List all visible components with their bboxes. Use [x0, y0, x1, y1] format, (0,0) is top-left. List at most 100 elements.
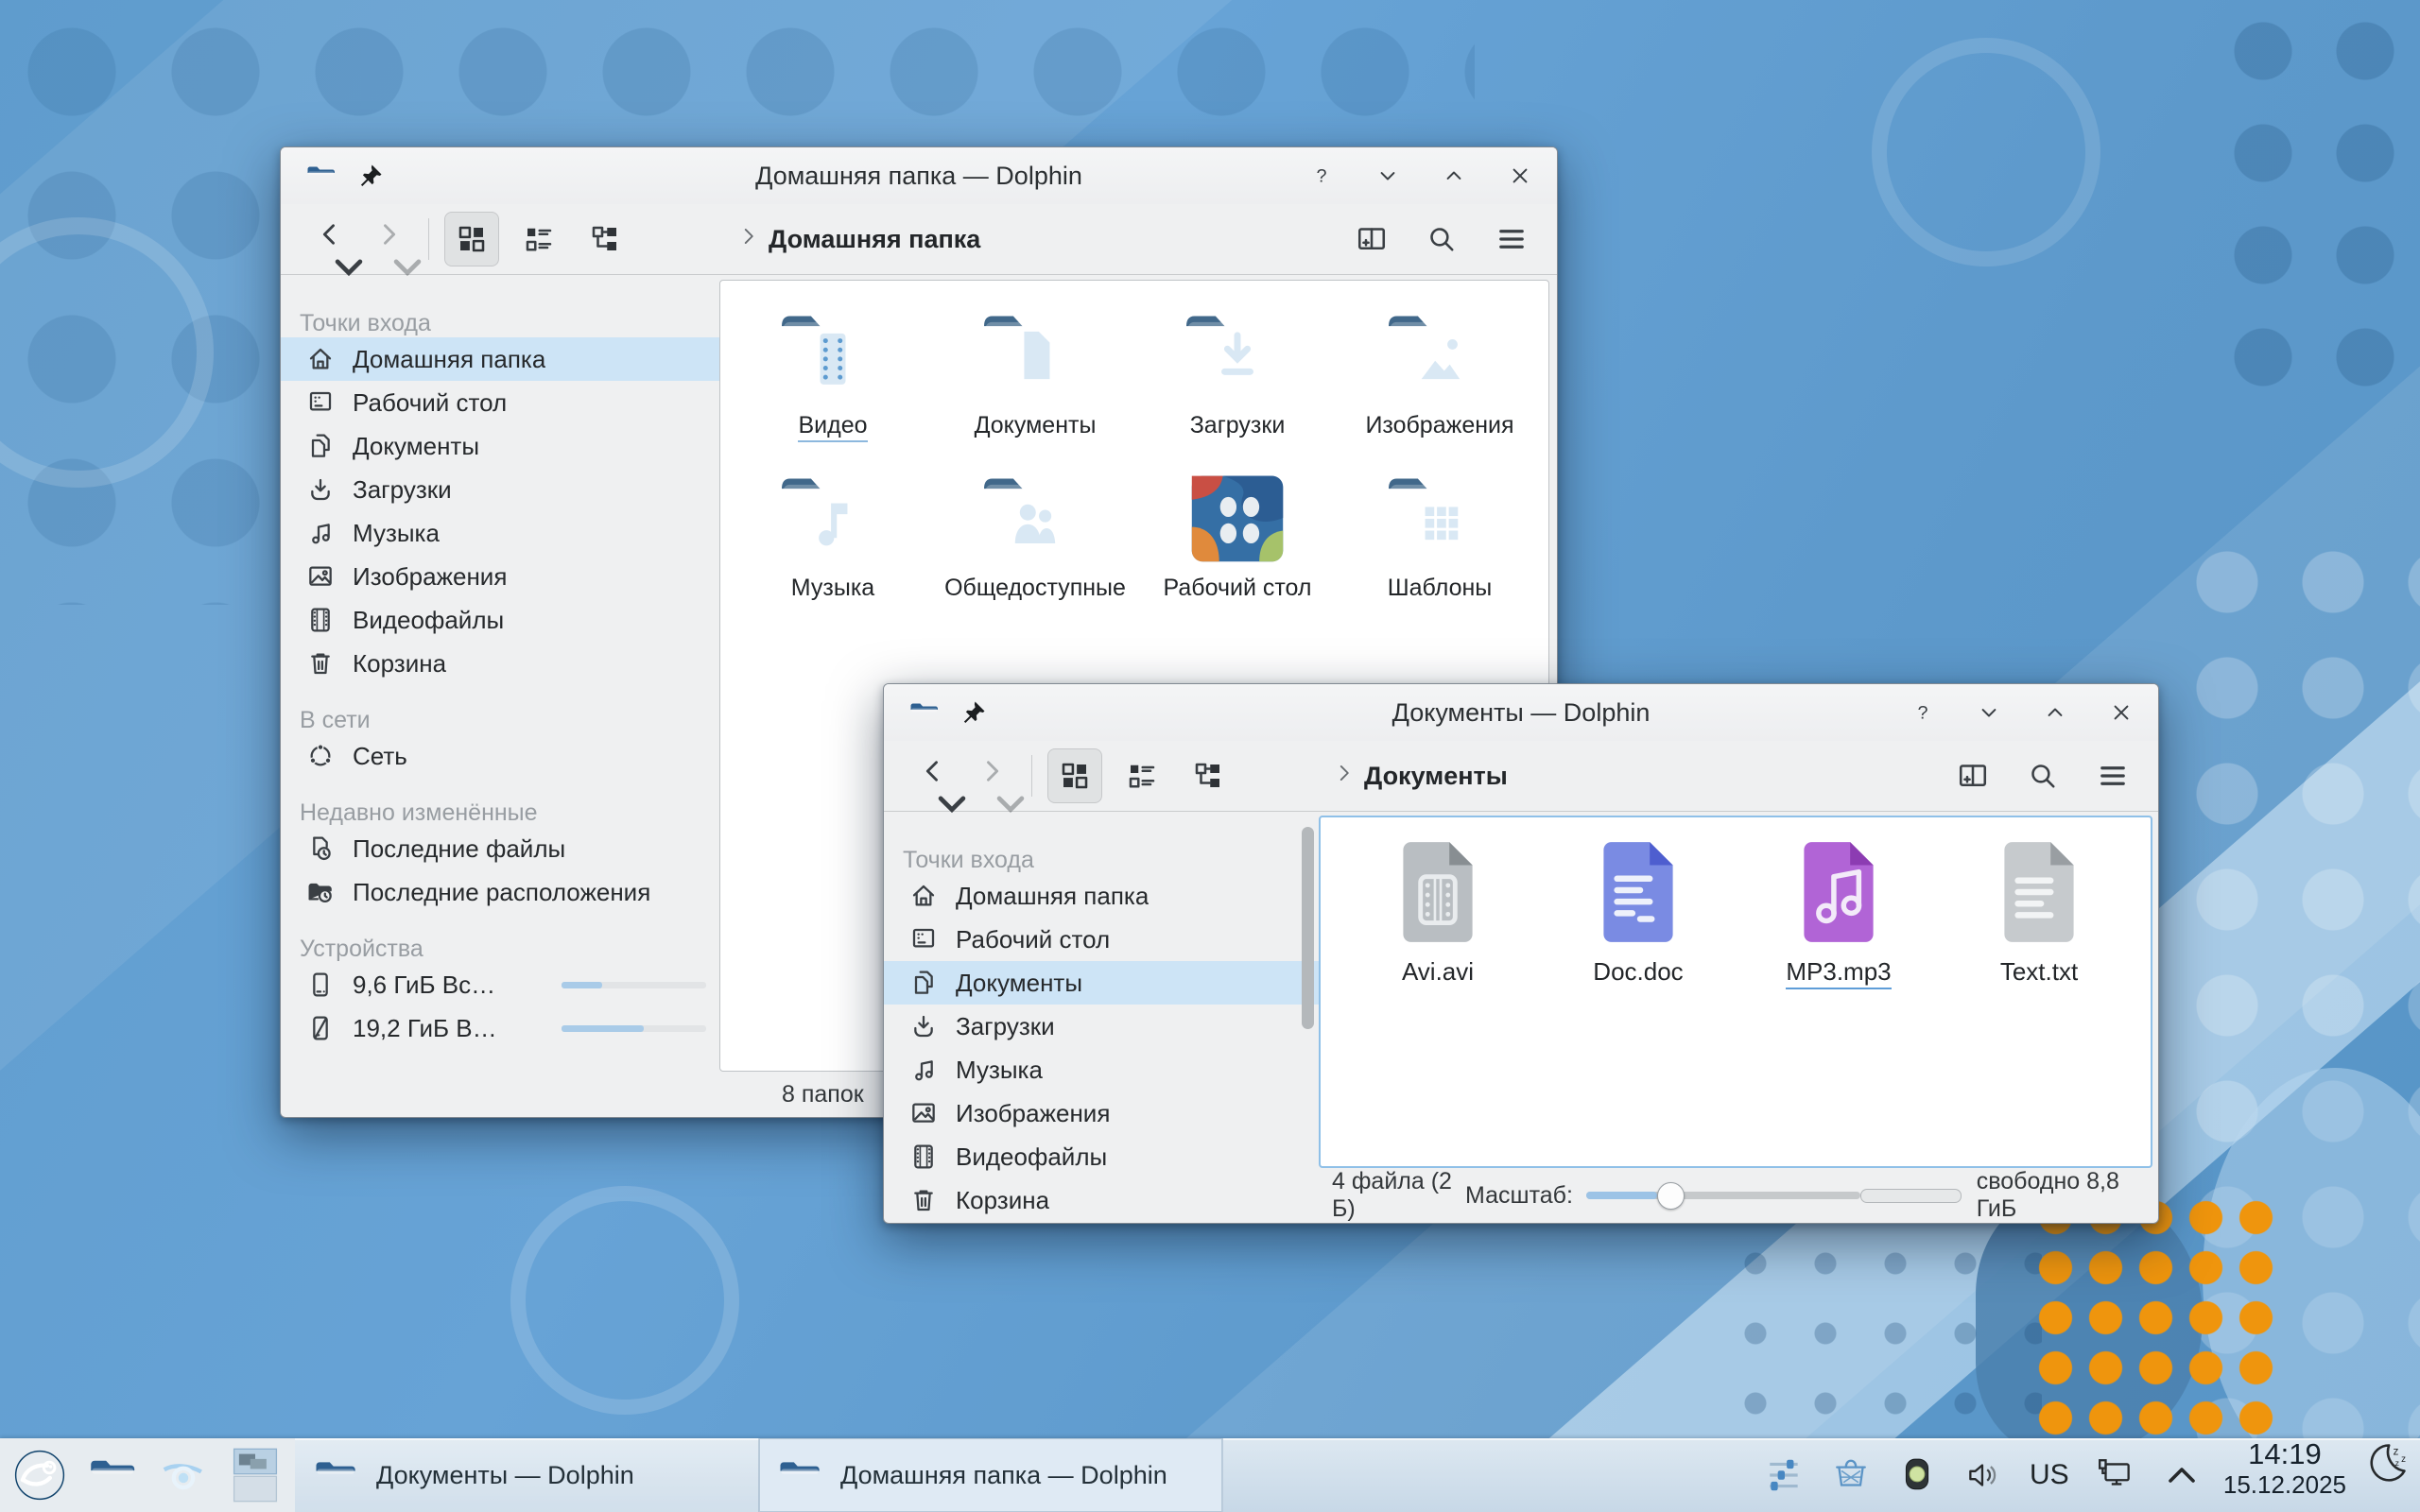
minimize-button[interactable]	[1374, 162, 1402, 190]
details-view-button[interactable]	[1115, 749, 1168, 802]
basket-icon[interactable]	[1830, 1454, 1872, 1496]
dolphin-window-icon	[907, 696, 941, 730]
file-icon	[1791, 834, 1886, 950]
launcher-dolphin-icon[interactable]	[81, 1445, 142, 1505]
titlebar[interactable]: Документы — Dolphin ?	[884, 684, 2158, 741]
places-item[interactable]: Домашняя папка	[281, 337, 719, 381]
folder-item[interactable]: Загрузки	[1136, 303, 1339, 466]
places-item[interactable]: Корзина	[281, 642, 719, 685]
task-manager: Документы — Dolphin Домашняя папка — Dol…	[295, 1438, 1223, 1512]
icons-view-button[interactable]	[444, 212, 499, 266]
menu-button[interactable]	[2092, 755, 2134, 797]
zoom-label: Масштаб:	[1465, 1182, 1573, 1210]
menu-button[interactable]	[1491, 218, 1532, 260]
places-item[interactable]: Загрузки	[281, 468, 719, 511]
places-item[interactable]: Загрузки	[884, 1005, 1319, 1048]
details-view-button[interactable]	[512, 213, 565, 266]
places-item[interactable]: 9,6 ГиБ Встроенный диск (nvme0n…	[281, 963, 719, 1006]
audio-mixer-icon[interactable]	[1764, 1454, 1806, 1496]
task-button[interactable]: Домашняя папка — Dolphin	[759, 1438, 1223, 1512]
volume-icon[interactable]	[1962, 1454, 2004, 1496]
chevron-right-icon	[736, 224, 761, 255]
wallpaper-ring-3	[1872, 38, 2100, 266]
forward-history-icon[interactable]	[391, 251, 406, 260]
launcher-browser-icon[interactable]	[153, 1445, 214, 1505]
places-scrollbar[interactable]	[1302, 827, 1314, 1029]
breadcrumb[interactable]: Документы	[1332, 761, 1508, 792]
night-mode-icon[interactable]: zzz	[2361, 1438, 2412, 1489]
places-item[interactable]: Музыка	[884, 1048, 1319, 1091]
places-item[interactable]: Документы	[281, 424, 719, 468]
folder-item[interactable]: Музыка	[732, 466, 934, 628]
minimize-button[interactable]	[1975, 698, 2003, 727]
back-history-icon[interactable]	[333, 251, 348, 260]
help-button[interactable]: ?	[1307, 162, 1336, 190]
folder-item[interactable]: Общедоступные	[934, 466, 1136, 628]
keyboard-layout-indicator[interactable]: US	[2029, 1454, 2070, 1496]
search-button[interactable]	[2022, 755, 2064, 797]
folder-item[interactable]: Рабочий стол	[1136, 466, 1339, 628]
tree-view-button[interactable]	[1182, 749, 1235, 802]
network-icon[interactable]	[2095, 1454, 2136, 1496]
free-space-text: свободно 8,8 ГиБ	[1977, 1168, 2145, 1223]
file-item[interactable]: Avi.avi	[1338, 834, 1538, 1014]
close-button[interactable]	[1506, 162, 1534, 190]
titlebar[interactable]: Домашняя папка — Dolphin ?	[281, 147, 1557, 204]
icons-view-button[interactable]	[1047, 748, 1102, 803]
file-item[interactable]: Doc.doc	[1538, 834, 1738, 1014]
places-item[interactable]: Последние файлы	[281, 827, 719, 870]
toolbar: Документы	[884, 741, 2158, 812]
places-item[interactable]: Последние расположения	[281, 870, 719, 914]
forward-button[interactable]	[364, 218, 413, 260]
help-button[interactable]: ?	[1909, 698, 1937, 727]
folder-item[interactable]: Документы	[934, 303, 1136, 466]
pager-widget[interactable]	[225, 1445, 285, 1505]
places-item[interactable]: Изображения	[884, 1091, 1319, 1135]
tray-expander-icon[interactable]	[2161, 1454, 2203, 1496]
launcher-opensuse-icon[interactable]	[9, 1445, 70, 1505]
zoom-slider-handle[interactable]	[1657, 1182, 1685, 1210]
maximize-button[interactable]	[1440, 162, 1468, 190]
places-item[interactable]: Сеть	[281, 734, 719, 778]
file-view[interactable]: Avi.avi Doc.doc MP3.mp3	[1319, 816, 2152, 1168]
places-item-icon	[908, 924, 939, 954]
file-item[interactable]: MP3.mp3	[1738, 834, 1939, 1014]
maximize-button[interactable]	[2041, 698, 2069, 727]
places-item[interactable]: Корзина	[884, 1178, 1319, 1222]
file-item[interactable]: Text.txt	[1939, 834, 2139, 1014]
folder-icon	[975, 303, 1096, 407]
tree-view-button[interactable]	[579, 213, 631, 266]
task-button[interactable]: Документы — Dolphin	[295, 1438, 759, 1512]
zoom-slider[interactable]	[1586, 1182, 1860, 1209]
folder-item[interactable]: Видео	[732, 303, 934, 466]
folder-item[interactable]: Шаблоны	[1339, 466, 1541, 628]
pin-icon[interactable]	[356, 162, 385, 190]
places-section-header: Недавно изменённые	[281, 791, 719, 827]
places-item[interactable]: 19,2 ГиБ Встроенный диск (nvme0…	[281, 1006, 719, 1050]
places-item[interactable]: Видеофайлы	[884, 1135, 1319, 1178]
forward-history-icon[interactable]	[994, 788, 1010, 797]
split-view-button[interactable]	[1351, 218, 1392, 260]
breadcrumb[interactable]: Домашняя папка	[736, 224, 980, 255]
back-history-icon[interactable]	[936, 788, 951, 797]
search-button[interactable]	[1421, 218, 1462, 260]
digital-clock[interactable]: 14:19 15.12.2025	[2223, 1438, 2346, 1512]
back-button[interactable]	[908, 755, 958, 797]
places-panel: Точки входа Домашняя папка	[281, 275, 719, 1117]
places-item[interactable]: Рабочий стол	[884, 918, 1319, 961]
split-view-button[interactable]	[1952, 755, 1994, 797]
webcam-indicator-icon[interactable]	[1896, 1454, 1938, 1496]
places-item[interactable]: Видеофайлы	[281, 598, 719, 642]
places-item-icon	[305, 833, 336, 864]
back-button[interactable]	[305, 218, 354, 260]
pin-icon[interactable]	[959, 698, 988, 727]
places-item[interactable]: Документы	[884, 961, 1319, 1005]
places-item[interactable]: Домашняя папка	[884, 874, 1319, 918]
places-item[interactable]: Изображения	[281, 555, 719, 598]
places-item[interactable]: Музыка	[281, 511, 719, 555]
places-item-icon	[305, 344, 336, 374]
folder-item[interactable]: Изображения	[1339, 303, 1541, 466]
forward-button[interactable]	[967, 755, 1016, 797]
places-item[interactable]: Рабочий стол	[281, 381, 719, 424]
close-button[interactable]	[2107, 698, 2135, 727]
